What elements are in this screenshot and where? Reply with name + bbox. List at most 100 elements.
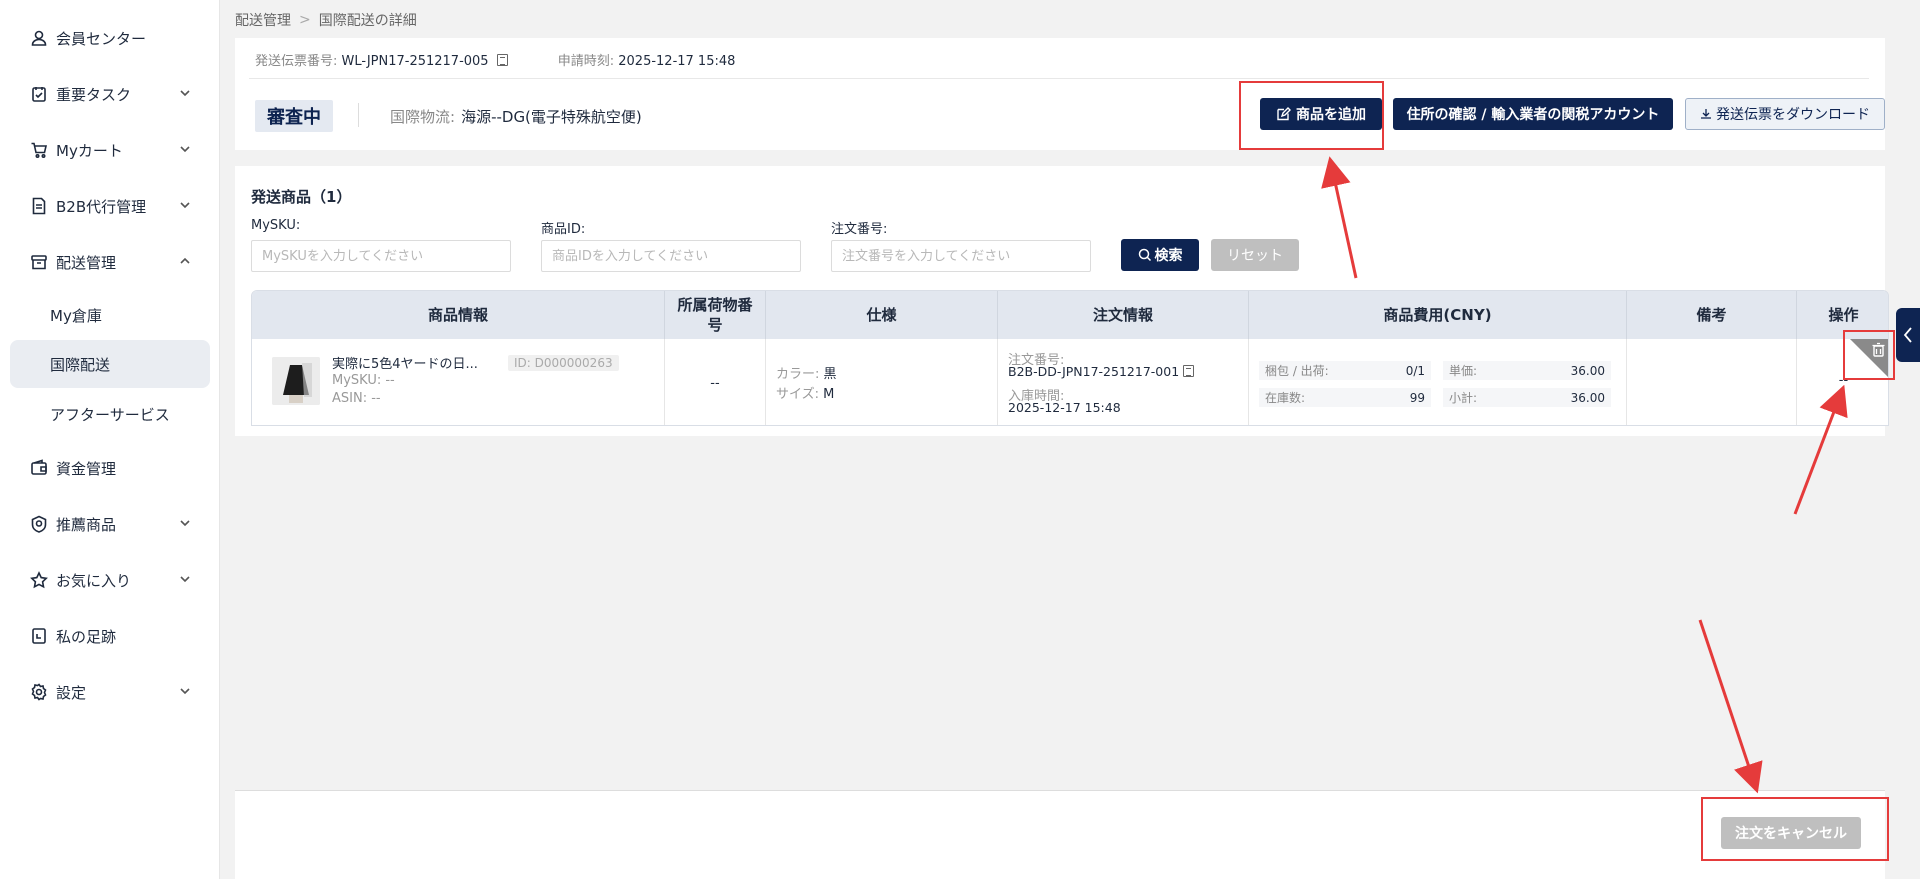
fee-key: 梱包 / 出荷: xyxy=(1265,364,1329,378)
sidebar-item-label: B2B代行管理 xyxy=(56,197,147,216)
sidebar-item-important-tasks[interactable]: 重要タスク xyxy=(10,72,210,116)
sidebar-subitem-my-warehouse[interactable]: My倉庫 xyxy=(10,291,210,339)
sidebar: 会員センター 重要タスク Myカート B2B代行管理 配送管理 My倉庫 国際配… xyxy=(0,0,220,879)
reset-button[interactable]: リセット xyxy=(1211,239,1299,271)
invoice-value: WL-JPN17-251217-005 xyxy=(341,54,489,69)
wallet-icon xyxy=(30,459,48,477)
chevron-down-icon xyxy=(178,142,192,156)
sidebar-item-history[interactable]: 私の足跡 xyxy=(10,614,210,658)
color-value: 黒 xyxy=(823,367,837,382)
sidebar-item-funds[interactable]: 資金管理 xyxy=(10,446,210,490)
size-label: サイズ: xyxy=(776,387,819,402)
spec-size: サイズ: M xyxy=(776,383,834,402)
sidebar-item-label: 配送管理 xyxy=(56,253,117,272)
column-header: 商品情報 xyxy=(252,291,665,339)
spec-color: カラー: 黒 xyxy=(776,363,837,382)
chevron-down-icon xyxy=(178,198,192,212)
sidebar-item-settings[interactable]: 設定 xyxy=(10,670,210,714)
sidebar-subitem-international-shipping[interactable]: 国際配送 xyxy=(10,340,210,388)
applied-label: 申請時刻: xyxy=(557,54,615,69)
copy-icon[interactable] xyxy=(496,54,508,66)
task-icon xyxy=(30,85,48,103)
order-info-cell: 注文番号: B2B-DD-JPN17-251217-001 入庫時間: 2025… xyxy=(998,339,1249,425)
collapse-panel-tab[interactable] xyxy=(1896,308,1920,362)
operation-value: -- xyxy=(1838,373,1849,388)
invoice-number: 発送伝票番号: WL-JPN17-251217-005 xyxy=(255,50,508,69)
sidebar-item-member-center[interactable]: 会員センター xyxy=(10,16,210,60)
international-logistics: 国際物流: 海源--DG(電子特殊航空便) xyxy=(390,106,642,127)
fee-key: 小計: xyxy=(1449,391,1478,405)
sidebar-item-label: 推薦商品 xyxy=(56,515,117,534)
chevron-down-icon xyxy=(178,572,192,586)
color-label: カラー: xyxy=(776,367,820,382)
chevron-up-icon xyxy=(178,254,192,268)
fee-value: 99 xyxy=(1409,390,1425,405)
sidebar-item-shipping-management[interactable]: 配送管理 xyxy=(10,240,210,284)
spec-cell: カラー: 黒 サイズ: M xyxy=(766,339,998,425)
divider xyxy=(249,78,1869,79)
arrow-to-cancel xyxy=(1698,619,1763,794)
sidebar-item-recommended[interactable]: 推薦商品 xyxy=(10,502,210,546)
column-header: 所属荷物番号 xyxy=(665,291,766,339)
breadcrumb-parent[interactable]: 配送管理 xyxy=(235,10,291,30)
operation-cell: -- xyxy=(1797,339,1888,425)
add-product-label: 商品を追加 xyxy=(1296,107,1366,123)
box-icon xyxy=(30,253,48,271)
status-badge: 審査中 xyxy=(255,100,333,132)
breadcrumb-current: 国際配送の詳細 xyxy=(318,13,417,29)
mysku-input[interactable] xyxy=(251,240,511,272)
shipment-header-card: 発送伝票番号: WL-JPN17-251217-005 申請時刻: 2025-1… xyxy=(235,38,1885,150)
shipment-meta: 発送伝票番号: WL-JPN17-251217-005 申請時刻: 2025-1… xyxy=(255,50,735,69)
order-no-value: B2B-DD-JPN17-251217-001 xyxy=(1008,364,1195,379)
column-header: 備考 xyxy=(1627,291,1797,339)
cart-icon xyxy=(30,141,48,159)
search-button[interactable]: 検索 xyxy=(1121,239,1199,271)
product-id-label: 商品ID: xyxy=(541,222,586,237)
chevron-left-icon xyxy=(1903,327,1912,343)
applied-value: 2025-12-17 15:48 xyxy=(618,54,736,69)
product-info-cell: 実際に5色4ヤードの日... ID: D000000263 MySKU: -- … xyxy=(252,339,665,425)
chevron-down-icon xyxy=(178,86,192,100)
package-number-cell: -- xyxy=(665,339,766,425)
inbound-time-value: 2025-12-17 15:48 xyxy=(1008,400,1121,415)
cancel-order-button[interactable]: 注文をキャンセル xyxy=(1721,817,1861,849)
sidebar-item-favorites[interactable]: お気に入り xyxy=(10,558,210,602)
table-row: 実際に5色4ヤードの日... ID: D000000263 MySKU: -- … xyxy=(252,339,1888,425)
search-label: 検索 xyxy=(1154,248,1183,264)
user-icon xyxy=(30,29,48,47)
logistics-label: 国際物流: xyxy=(390,108,456,126)
badge-icon xyxy=(30,515,48,533)
sidebar-item-label: 重要タスク xyxy=(56,85,132,104)
star-icon xyxy=(30,571,48,589)
download-invoice-button[interactable]: 発送伝票をダウンロード xyxy=(1685,98,1885,130)
sidebar-item-b2b-agency[interactable]: B2B代行管理 xyxy=(10,184,210,228)
fee-cell: 梱包 / 出荷: 0/1 単価: 36.00 在庫数: 99 小計: 36.00 xyxy=(1249,339,1627,425)
product-id-tag: ID: D000000263 xyxy=(508,355,619,371)
column-header: 仕様 xyxy=(766,291,998,339)
applied-time: 申請時刻: 2025-12-17 15:48 xyxy=(558,50,736,69)
history-icon xyxy=(30,627,48,645)
column-header: 注文情報 xyxy=(998,291,1249,339)
document-icon xyxy=(30,197,48,215)
product-thumbnail[interactable] xyxy=(272,357,320,405)
sidebar-item-my-cart[interactable]: Myカート xyxy=(10,128,210,172)
product-name[interactable]: 実際に5色4ヤードの日... xyxy=(332,353,478,372)
fee-key: 在庫数: xyxy=(1265,391,1306,405)
unit-price-fee: 単価: 36.00 xyxy=(1443,361,1611,380)
pack-ship-fee: 梱包 / 出荷: 0/1 xyxy=(1259,361,1431,380)
add-product-button[interactable]: 商品を追加 xyxy=(1260,98,1382,130)
sidebar-item-label: 資金管理 xyxy=(56,459,117,478)
sidebar-item-label: お気に入り xyxy=(56,571,132,590)
skirt-image xyxy=(272,357,320,405)
address-confirm-button[interactable]: 住所の確認 / 輸入業者の関税アカウント xyxy=(1393,98,1673,130)
column-header: 操作 xyxy=(1828,306,1859,324)
download-icon xyxy=(1701,109,1711,119)
sidebar-subitem-after-service[interactable]: アフターサービス xyxy=(10,390,210,438)
package-number: -- xyxy=(710,375,720,391)
product-id-input[interactable] xyxy=(541,240,801,272)
products-card: 発送商品（1） MySKU: 商品ID: 注文番号: 検索 リセット 商品情報 … xyxy=(235,166,1889,436)
fee-key: 単価: xyxy=(1449,364,1478,378)
sidebar-item-label: 私の足跡 xyxy=(56,627,117,646)
copy-icon[interactable] xyxy=(1183,365,1195,377)
order-number-input[interactable] xyxy=(831,240,1091,272)
